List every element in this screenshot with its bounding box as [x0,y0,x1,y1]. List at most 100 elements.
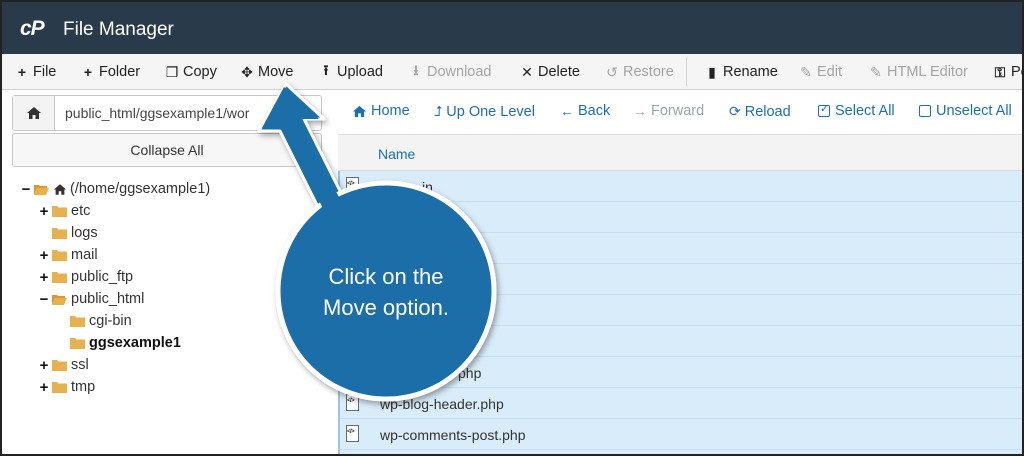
edit-square-icon: ✎ [870,63,882,80]
upload-icon: ⭱ [323,62,329,78]
file-row[interactable]: php [340,357,1022,388]
path-bar [12,95,322,131]
folder-open-icon [52,294,67,305]
arrow-left-icon: ← [560,103,574,119]
tree-item-mail[interactable]: + mail [38,245,98,265]
expand-toggle-icon: + [39,356,49,374]
delete-x-icon: ✕ [521,63,533,80]
file-row[interactable]: in [340,171,1022,202]
pencil-icon: ✎ [800,63,812,80]
html-editor-button[interactable]: ✎ HTML Editor [868,62,968,82]
unselect-all-button[interactable]: Unselect All [919,103,1012,119]
download-button[interactable]: ⭳ Download [408,62,492,82]
file-row[interactable] [340,264,1022,295]
tree-item-ggsexample1[interactable]: ggsexample1 [56,333,181,353]
path-input[interactable] [55,96,321,130]
column-header-row: Name [338,134,1022,171]
home-icon [26,107,41,119]
code-file-icon [346,270,359,287]
new-folder-button[interactable]: + Folder [80,62,140,82]
code-file-icon [346,332,359,349]
up-one-level-button[interactable]: ⮥ Up One Level [434,103,535,120]
folder-open-icon [34,184,49,195]
folder-icon [52,381,67,393]
folder-icon [70,315,85,327]
reload-button[interactable]: ⟳ Reload [729,103,791,120]
file-list: in php [338,171,1022,454]
navigation-bar: Home ⮥ Up One Level ← Back → Forward ⟳ Reloa… [338,90,1022,134]
tree-item-ssl[interactable]: + ssl [38,355,89,375]
move-button[interactable]: ✥ Move [239,62,293,82]
copy-button[interactable]: ❐ Copy [164,62,217,82]
tree-item-etc[interactable]: + etc [38,201,91,221]
back-button[interactable]: ← Back [560,103,610,119]
key-icon: ⚿ [994,63,1006,80]
file-row[interactable] [340,326,1022,357]
file-row[interactable] [340,202,1022,233]
expand-toggle-icon: + [39,202,49,220]
folder-icon [52,227,67,239]
reload-icon: ⟳ [729,103,741,119]
code-file-icon [346,208,359,225]
edit-button[interactable]: ✎ Edit [798,62,842,82]
restore-button[interactable]: ↺ Restore [604,62,674,82]
cpanel-logo: cP [20,17,45,40]
folder-icon [52,271,67,283]
collapse-all-button[interactable]: Collapse All [12,133,322,167]
file-row[interactable] [340,295,1022,326]
collapse-toggle-icon: − [39,290,49,308]
home-icon [53,183,67,195]
upload-button[interactable]: ⭱ Upload [318,62,383,82]
toolbar: + File + Folder ❐ Copy ✥ Move ⭱ Upload ⭳ Downl… [2,54,1022,90]
path-home-button[interactable] [13,96,55,130]
restore-icon: ↺ [606,63,618,80]
code-file-icon [346,177,359,194]
directory-sidebar: Collapse All − (/home/ggsexample1) + etc… [2,90,338,454]
checkbox-empty-icon [919,105,931,117]
toolbar-divider [686,58,687,86]
file-icon: ▮ [708,63,716,80]
expand-toggle-icon: + [39,268,49,286]
plus-icon: + [17,64,27,80]
expand-toggle-icon: + [39,246,49,264]
copy-icon: ❐ [165,63,179,80]
code-file-icon [346,394,359,411]
tree-item-tmp[interactable]: + tmp [38,377,96,397]
home-icon [353,105,366,117]
tree-item-public-html[interactable]: − public_html [38,289,145,309]
level-up-icon: ⮥ [434,103,443,119]
tree-item-cgi-bin[interactable]: cgi-bin [56,311,132,331]
file-list-panel: Home ⮥ Up One Level ← Back → Forward ⟳ Reloa… [338,90,1022,454]
code-file-icon [346,301,359,318]
name-column-header[interactable]: Name [378,146,415,162]
move-arrows-icon: ✥ [241,63,253,80]
folder-icon [52,205,67,217]
file-row[interactable] [340,450,1022,454]
expand-toggle-icon: + [39,378,49,396]
tree-item-root[interactable]: − (/home/ggsexample1) [20,179,211,199]
tree-item-logs[interactable]: logs [38,223,98,243]
folder-icon [52,249,67,261]
code-file-icon [346,425,359,442]
rename-button[interactable]: ▮ Rename [704,62,778,82]
arrow-right-icon: → [633,103,647,119]
file-row[interactable] [340,233,1022,264]
code-file-icon [346,239,359,256]
tree-item-public-ftp[interactable]: + public_ftp [38,267,133,287]
plus-icon: + [83,64,93,80]
download-icon: ⭳ [413,62,419,78]
code-file-icon [346,363,359,380]
new-file-button[interactable]: + File [14,62,56,82]
file-row[interactable]: wp-comments-post.php [340,419,1022,450]
select-all-button[interactable]: ✓ Select All [818,103,895,119]
app-title: File Manager [63,19,174,40]
collapse-toggle-icon: − [21,180,31,198]
title-bar: cP File Manager [2,2,1022,54]
checkbox-checked-icon: ✓ [818,103,830,117]
file-row[interactable]: wp-blog-header.php [340,388,1022,419]
home-nav-button[interactable]: Home [352,103,410,119]
folder-icon [70,337,85,349]
delete-button[interactable]: ✕ Delete [519,62,580,82]
permissions-button[interactable]: ⚿Pe [992,62,1022,82]
forward-button[interactable]: → Forward [633,103,704,119]
